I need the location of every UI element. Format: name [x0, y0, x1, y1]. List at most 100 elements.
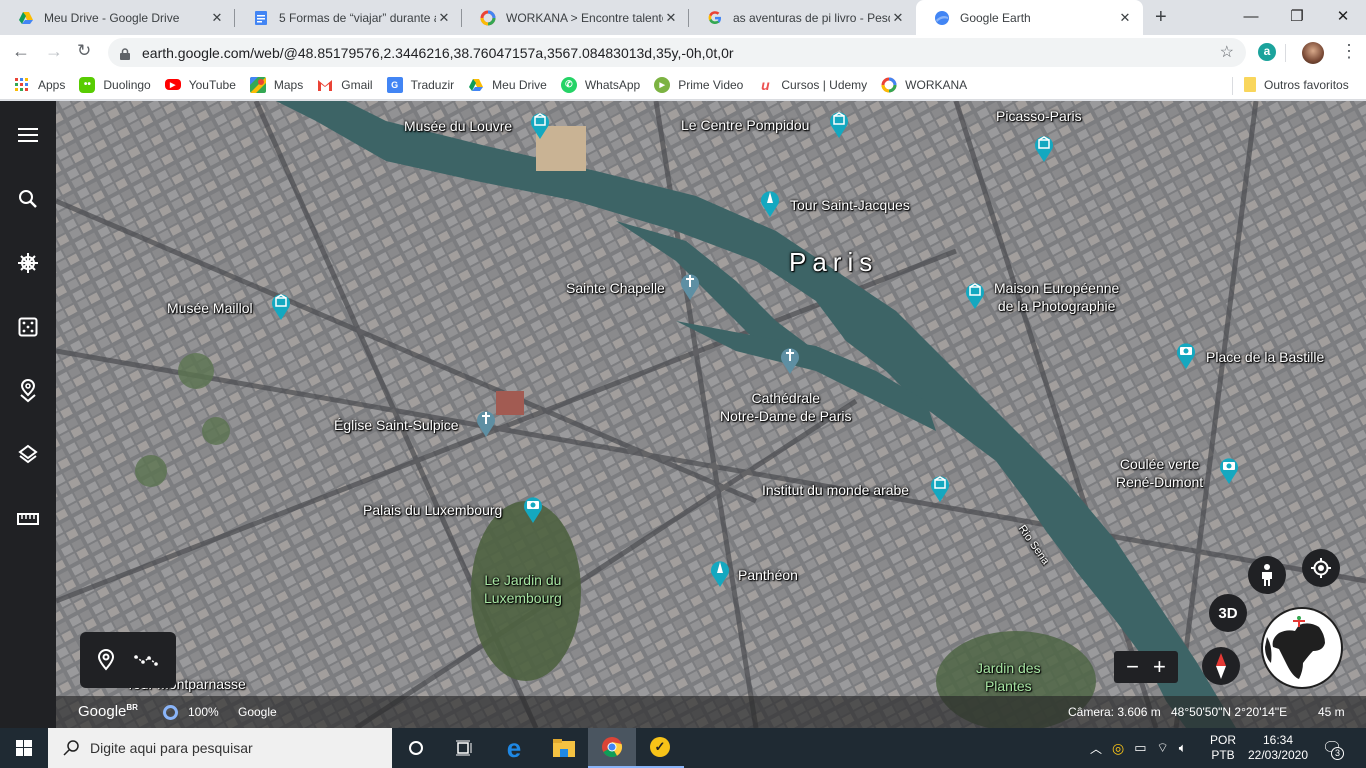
cortana-button[interactable] — [392, 728, 440, 768]
address-bar[interactable]: earth.google.com/web/@48.85179576,2.3446… — [108, 38, 1246, 67]
minimize-button[interactable]: — — [1228, 0, 1274, 32]
menu-button[interactable] — [14, 121, 42, 149]
norton-taskbar-button[interactable]: ✓ — [636, 728, 684, 768]
church-pin-icon[interactable] — [779, 346, 801, 374]
bookmark-youtube[interactable]: ▶ YouTube — [164, 78, 236, 92]
voyager-button[interactable] — [14, 249, 42, 277]
scale-readout[interactable]: 45 m — [1318, 705, 1345, 719]
bookmark-other-favorites[interactable]: Outros favoritos — [1244, 77, 1349, 92]
park-label[interactable]: Le Jardin du Luxembourg — [484, 571, 562, 607]
tab-google-earth[interactable]: Google Earth ✕ — [916, 0, 1143, 35]
camera-pin-icon[interactable] — [1175, 341, 1197, 369]
museum-pin-icon[interactable] — [828, 110, 850, 138]
my-places-button[interactable] — [14, 377, 42, 405]
compass-button[interactable] — [1202, 647, 1240, 685]
place-label[interactable]: Maison Européenne de la Photographie — [994, 279, 1119, 315]
tab-docs[interactable]: 5 Formas de “viajar” durante a ✕ — [235, 0, 462, 35]
zoom-in-button[interactable]: + — [1153, 654, 1166, 680]
close-window-button[interactable]: ✕ — [1320, 0, 1366, 32]
input-language[interactable]: POR PTB — [1210, 728, 1236, 768]
bookmark-maps[interactable]: Maps — [249, 76, 303, 93]
forward-icon[interactable]: → — [45, 41, 63, 62]
extension-icon[interactable]: a — [1258, 43, 1276, 61]
menu-kebab-icon[interactable]: ⋮ — [1340, 41, 1358, 62]
bookmark-workana[interactable]: WORKANA — [881, 77, 967, 93]
place-label[interactable]: Cathédrale Notre-Dame de Paris — [720, 389, 852, 425]
museum-pin-icon[interactable] — [529, 111, 551, 139]
camera-pin-icon[interactable] — [1218, 456, 1240, 484]
search-button[interactable] — [14, 185, 42, 213]
imagery-attribution[interactable]: Google — [238, 705, 277, 719]
place-label[interactable]: Tour Saint-Jacques — [790, 196, 910, 214]
museum-pin-icon[interactable] — [929, 474, 951, 502]
zoom-out-button[interactable]: − — [1126, 654, 1139, 680]
street-view-button[interactable] — [1248, 556, 1286, 594]
church-pin-icon[interactable] — [475, 409, 497, 437]
bookmark-star-icon[interactable]: ☆ — [1220, 42, 1234, 62]
place-label[interactable]: Place de la Bastille — [1206, 348, 1324, 366]
my-location-button[interactable] — [1302, 549, 1340, 587]
place-label[interactable]: Le Centre Pompidou — [681, 116, 809, 134]
bookmark-meu-drive[interactable]: Meu Drive — [468, 77, 547, 93]
profile-avatar[interactable] — [1302, 42, 1324, 64]
place-label[interactable]: Musée du Louvre — [404, 117, 512, 135]
bookmark-gmail[interactable]: Gmail — [317, 77, 373, 93]
file-explorer-button[interactable] — [540, 728, 588, 768]
monument-pin-icon[interactable] — [759, 189, 781, 217]
monument-pin-icon[interactable] — [709, 559, 731, 587]
close-tab-icon[interactable]: ✕ — [663, 10, 679, 26]
earth-map-view[interactable]: Musée du Louvre Le Centre Pompidou Picas… — [56, 101, 1366, 728]
taskbar-search[interactable]: Digite aqui para pesquisar — [48, 728, 392, 768]
museum-pin-icon[interactable] — [964, 281, 986, 309]
new-tab-button[interactable]: + — [1155, 6, 1167, 29]
bookmark-prime-video[interactable]: ▶ Prime Video — [654, 76, 743, 93]
reload-icon[interactable]: ↻ — [77, 41, 91, 61]
place-label[interactable]: Palais du Luxembourg — [363, 501, 502, 519]
bookmark-udemy[interactable]: u Cursos | Udemy — [757, 77, 867, 93]
bookmark-whatsapp[interactable]: ✆ WhatsApp — [560, 76, 640, 93]
show-hidden-icons-chevron[interactable]: ︿ — [1090, 740, 1102, 757]
map-style-button[interactable] — [14, 441, 42, 469]
draw-path-icon[interactable] — [134, 652, 160, 668]
place-label[interactable]: Musée Maillol — [167, 299, 253, 317]
bookmark-duolingo[interactable]: •• Duolingo — [79, 76, 151, 93]
close-tab-icon[interactable]: ✕ — [209, 10, 225, 26]
place-label[interactable]: Institut du monde arabe — [762, 481, 909, 499]
place-label[interactable]: Coulée verte René-Dumont — [1116, 455, 1203, 491]
camera-pin-icon[interactable] — [522, 495, 544, 523]
back-icon[interactable]: ← — [12, 41, 30, 62]
bookmark-traduzir[interactable]: G Traduzir — [386, 76, 454, 93]
tab-google-search[interactable]: as aventuras de pi livro - Pesqu ✕ — [689, 0, 916, 35]
clock[interactable]: 16:34 22/03/2020 — [1246, 728, 1310, 768]
feeling-lucky-button[interactable] — [14, 313, 42, 341]
battery-icon[interactable]: ▭ — [1134, 740, 1146, 756]
measure-button[interactable] — [14, 505, 42, 533]
bookmark-apps[interactable]: Apps — [14, 77, 65, 93]
close-tab-icon[interactable]: ✕ — [436, 10, 452, 26]
volume-icon[interactable]: 🔈︎ — [1179, 740, 1187, 756]
place-label[interactable]: Panthéon — [738, 566, 798, 584]
place-label[interactable]: Sainte Chapelle — [566, 279, 665, 297]
museum-pin-icon[interactable] — [270, 292, 292, 320]
add-placemark-icon[interactable] — [96, 649, 116, 671]
tab-meu-drive[interactable]: Meu Drive - Google Drive ✕ — [0, 0, 235, 35]
start-button[interactable] — [0, 728, 48, 768]
tab-workana[interactable]: WORKANA > Encontre talento ✕ — [462, 0, 689, 35]
action-center-button[interactable]: 🗨︎3 — [1322, 728, 1344, 768]
close-tab-icon[interactable]: ✕ — [890, 10, 906, 26]
close-tab-icon[interactable]: ✕ — [1117, 10, 1133, 26]
museum-pin-icon[interactable] — [1033, 134, 1055, 162]
edge-taskbar-button[interactable]: e — [490, 728, 538, 768]
chrome-taskbar-button[interactable] — [588, 728, 636, 768]
place-label[interactable]: Église Saint-Sulpice — [334, 416, 459, 434]
task-view-button[interactable] — [440, 728, 488, 768]
park-label[interactable]: Jardin des Plantes — [976, 659, 1041, 695]
wifi-icon[interactable]: ⌔ — [1157, 740, 1169, 756]
church-pin-icon[interactable] — [679, 272, 701, 300]
norton-tray-icon[interactable]: ◎ — [1112, 740, 1124, 757]
globe-minimap[interactable] — [1261, 607, 1343, 689]
url-text[interactable]: earth.google.com/web/@48.85179576,2.3446… — [142, 45, 734, 61]
toggle-3d-button[interactable]: 3D — [1209, 594, 1247, 632]
place-label[interactable]: Picasso-Paris — [996, 107, 1082, 125]
maximize-button[interactable]: ❐ — [1274, 0, 1320, 32]
